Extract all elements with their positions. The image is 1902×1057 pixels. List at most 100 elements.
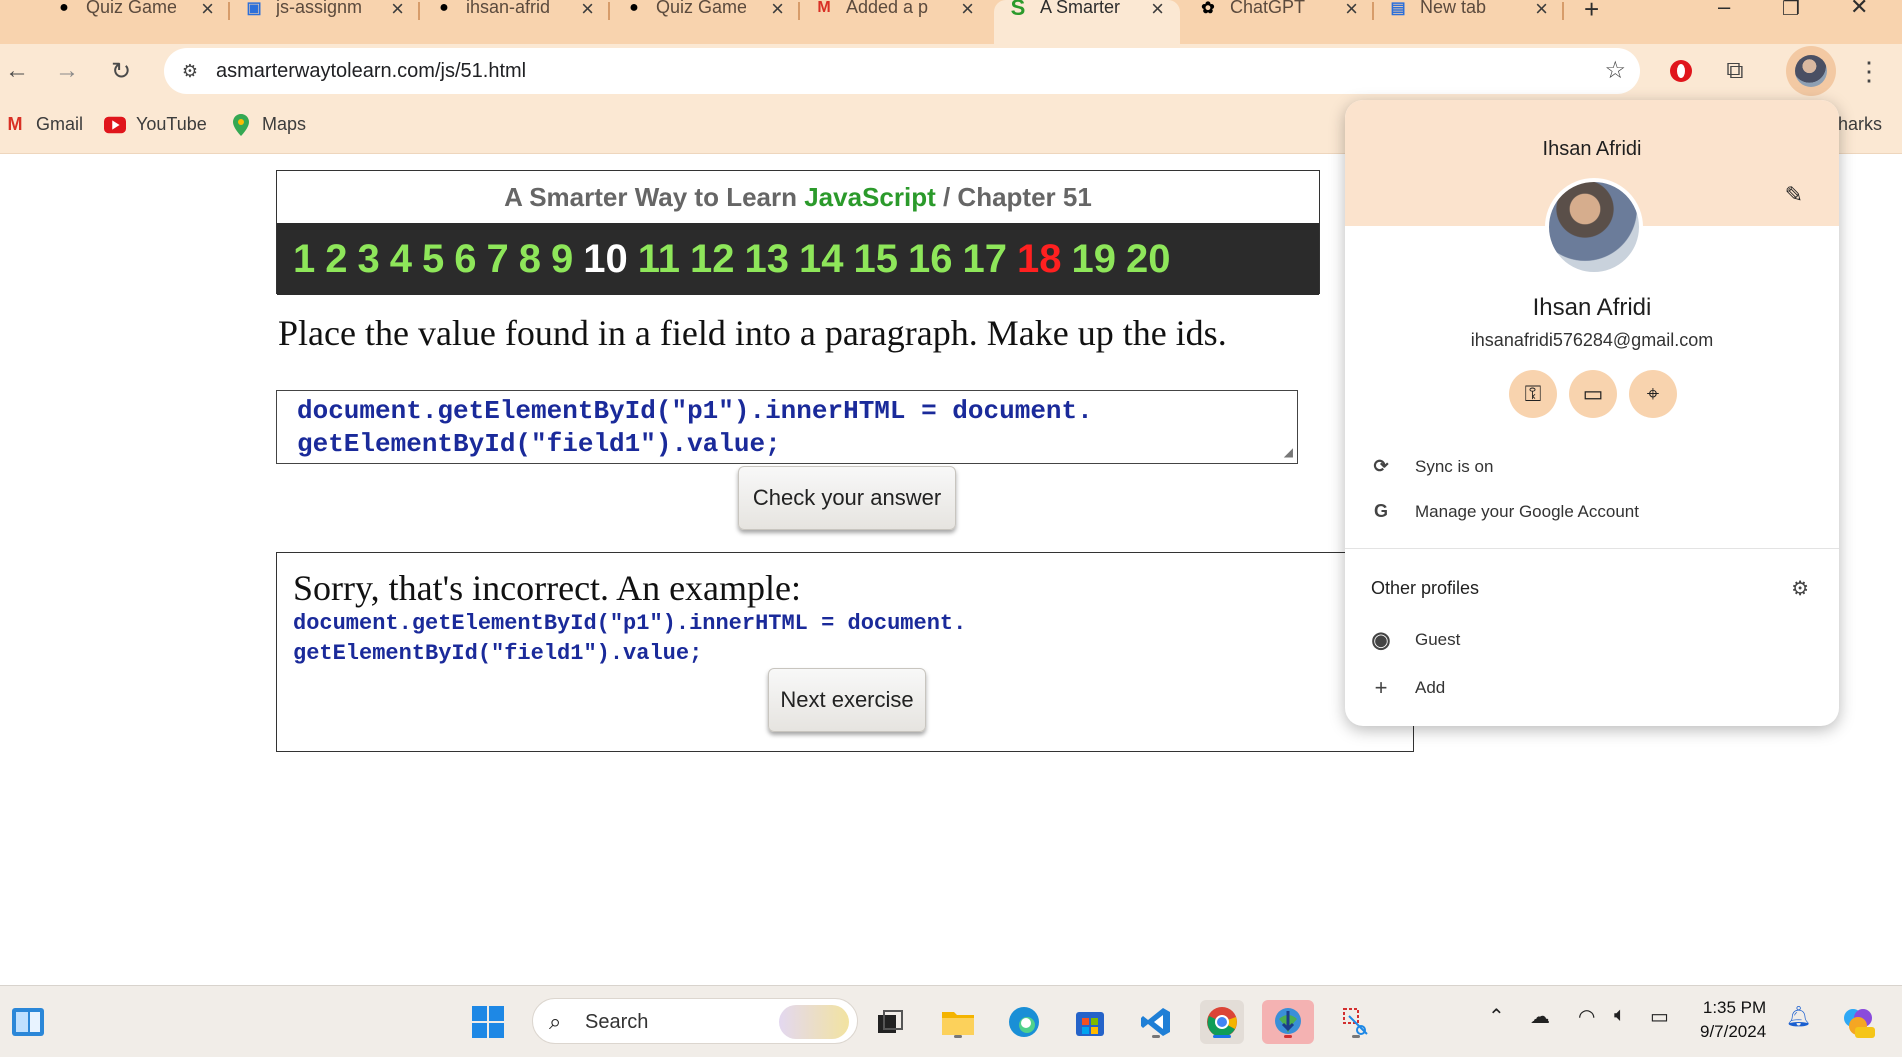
- download-manager-icon[interactable]: [1262, 1000, 1314, 1044]
- bookmark-youtube[interactable]: YouTube: [104, 114, 207, 135]
- bookmark-maps[interactable]: Maps: [230, 113, 306, 136]
- payment-card-icon[interactable]: ▭: [1569, 370, 1617, 418]
- windows-taskbar: ⌕ Search ⌃ ☁ ◠ 🔈︎ ▭ 1:35 PM 9/7/2024 🔔︎: [0, 985, 1902, 1057]
- tab-new-tab[interactable]: ▤ New tab ×: [1374, 0, 1564, 44]
- bookmark-gmail[interactable]: M Gmail: [4, 114, 84, 135]
- battery-icon[interactable]: ▭: [1650, 1004, 1669, 1029]
- exercise-link-12[interactable]: 12: [690, 237, 735, 282]
- back-arrow-icon[interactable]: ←: [0, 54, 34, 88]
- reload-icon[interactable]: ↻: [104, 54, 138, 88]
- maps-pin-icon: [230, 113, 252, 136]
- system-clock[interactable]: 1:35 PM 9/7/2024: [1700, 996, 1766, 1044]
- clock-time: 1:35 PM: [1702, 998, 1767, 1017]
- next-exercise-button[interactable]: Next exercise: [768, 668, 926, 732]
- new-tab-plus-icon[interactable]: +: [1584, 0, 1599, 25]
- extensions-puzzle-icon[interactable]: ⧉: [1718, 54, 1752, 88]
- answer-line-2: getElementById("field1").value;: [297, 429, 781, 459]
- page-title: A Smarter Way to Learn JavaScript / Chap…: [277, 171, 1319, 223]
- resize-grip-icon[interactable]: ◢: [1284, 445, 1293, 459]
- guest-person-icon: ◉: [1371, 627, 1391, 652]
- search-icon: ⌕: [549, 1009, 562, 1034]
- onedrive-cloud-icon[interactable]: ☁: [1530, 1004, 1550, 1029]
- exercise-link-20[interactable]: 20: [1126, 237, 1171, 282]
- close-icon[interactable]: ×: [961, 0, 974, 22]
- opera-extension-icon[interactable]: [1664, 54, 1698, 88]
- microsoft-store-icon[interactable]: [1068, 1000, 1112, 1044]
- exercise-link-14[interactable]: 14: [799, 237, 844, 282]
- passwords-key-icon[interactable]: ⚿: [1509, 370, 1557, 418]
- exercise-link-17[interactable]: 17: [963, 237, 1008, 282]
- exercise-link-3[interactable]: 3: [358, 237, 380, 282]
- manage-profiles-gear-icon[interactable]: ⚙: [1791, 576, 1809, 601]
- exercise-link-4[interactable]: 4: [390, 237, 412, 282]
- chrome-icon[interactable]: [1200, 1000, 1244, 1044]
- bookmark-label: YouTube: [136, 114, 207, 134]
- exercise-link-7[interactable]: 7: [487, 237, 509, 282]
- bookmark-star-icon[interactable]: ☆: [1604, 56, 1626, 85]
- manage-account-label: Manage your Google Account: [1415, 501, 1639, 521]
- restore-icon[interactable]: ❐: [1782, 0, 1800, 21]
- addresses-pin-icon[interactable]: ⌖: [1629, 370, 1677, 418]
- tab-chatgpt[interactable]: ✿ ChatGPT ×: [1184, 0, 1374, 44]
- notification-bell-icon[interactable]: 🔔︎: [1786, 1004, 1811, 1029]
- exercise-link-15[interactable]: 15: [854, 237, 899, 282]
- exercise-link-13[interactable]: 13: [745, 237, 790, 282]
- answer-textarea[interactable]: document.getElementById("p1").innerHTML …: [276, 390, 1298, 464]
- exercise-link-19[interactable]: 19: [1072, 237, 1117, 282]
- close-icon[interactable]: ×: [1345, 0, 1358, 22]
- exercise-link-2[interactable]: 2: [325, 237, 347, 282]
- exercise-link-8[interactable]: 8: [519, 237, 541, 282]
- exercise-link-6[interactable]: 6: [454, 237, 476, 282]
- vscode-icon[interactable]: [1134, 1000, 1178, 1044]
- tab-asmarterway-active[interactable]: S A Smarter ×: [994, 0, 1180, 44]
- exercise-link-10[interactable]: 10: [583, 237, 628, 282]
- minimize-icon[interactable]: –: [1718, 0, 1730, 20]
- all-bookmarks-label[interactable]: harks: [1838, 114, 1882, 135]
- window-close-icon[interactable]: ✕: [1850, 0, 1868, 20]
- start-windows-icon[interactable]: [466, 1000, 510, 1044]
- site-info-icon[interactable]: ⚙: [176, 57, 204, 85]
- guest-profile-row[interactable]: ◉ Guest: [1371, 627, 1460, 653]
- tab-quiz-game-1[interactable]: ● Quiz Game ×: [40, 0, 230, 44]
- volume-icon[interactable]: 🔈︎: [1614, 1004, 1626, 1027]
- close-icon[interactable]: ×: [771, 0, 784, 22]
- copilot-icon[interactable]: [1836, 1000, 1880, 1044]
- tab-gmail[interactable]: M Added a p ×: [800, 0, 990, 44]
- exercise-link-11[interactable]: 11: [638, 237, 680, 282]
- close-icon[interactable]: ×: [391, 0, 404, 22]
- taskbar-search-box[interactable]: ⌕ Search: [532, 998, 858, 1044]
- add-profile-row[interactable]: + Add: [1371, 675, 1446, 701]
- forward-arrow-icon[interactable]: →: [50, 54, 84, 88]
- lesson-header: A Smarter Way to Learn JavaScript / Chap…: [276, 170, 1320, 295]
- profile-avatar-button[interactable]: [1786, 46, 1836, 96]
- add-plus-icon: +: [1374, 675, 1388, 700]
- exercise-link-9[interactable]: 9: [551, 237, 573, 282]
- snipping-tool-icon[interactable]: [1334, 1000, 1378, 1044]
- exercise-link-5[interactable]: 5: [422, 237, 444, 282]
- task-view-icon[interactable]: [868, 1000, 912, 1044]
- edge-browser-icon[interactable]: [1002, 1000, 1046, 1044]
- sync-row[interactable]: ⟳ Sync is on: [1371, 456, 1493, 477]
- manage-account-row[interactable]: G Manage your Google Account: [1371, 501, 1639, 522]
- exercise-link-18[interactable]: 18: [1017, 237, 1062, 282]
- close-icon[interactable]: ×: [1151, 0, 1164, 22]
- profile-quick-actions: ⚿ ▭ ⌖: [1509, 370, 1689, 418]
- edit-pencil-icon[interactable]: ✎: [1785, 182, 1803, 208]
- address-bar[interactable]: ⚙ asmarterwaytolearn.com/js/51.html ☆: [164, 48, 1640, 94]
- close-icon[interactable]: ×: [201, 0, 214, 22]
- classroom-icon: ▣: [246, 0, 262, 17]
- widgets-icon[interactable]: [6, 1000, 50, 1044]
- close-icon[interactable]: ×: [581, 0, 594, 22]
- wifi-icon[interactable]: ◠: [1578, 1004, 1595, 1029]
- tab-github-ihsan[interactable]: ● ihsan-afrid ×: [420, 0, 610, 44]
- show-hidden-icons-chevron-icon[interactable]: ⌃: [1488, 1004, 1505, 1029]
- exercise-link-1[interactable]: 1: [293, 237, 315, 282]
- exercise-link-16[interactable]: 16: [908, 237, 953, 282]
- file-explorer-icon[interactable]: [936, 1000, 980, 1044]
- close-icon[interactable]: ×: [1535, 0, 1548, 22]
- tab-js-assignment[interactable]: ▣ js-assignm ×: [230, 0, 420, 44]
- url-text[interactable]: asmarterwaytolearn.com/js/51.html: [216, 60, 526, 83]
- check-answer-button[interactable]: Check your answer: [738, 466, 956, 530]
- tab-quiz-game-2[interactable]: ● Quiz Game ×: [610, 0, 800, 44]
- more-menu-icon[interactable]: ⋮: [1856, 56, 1882, 87]
